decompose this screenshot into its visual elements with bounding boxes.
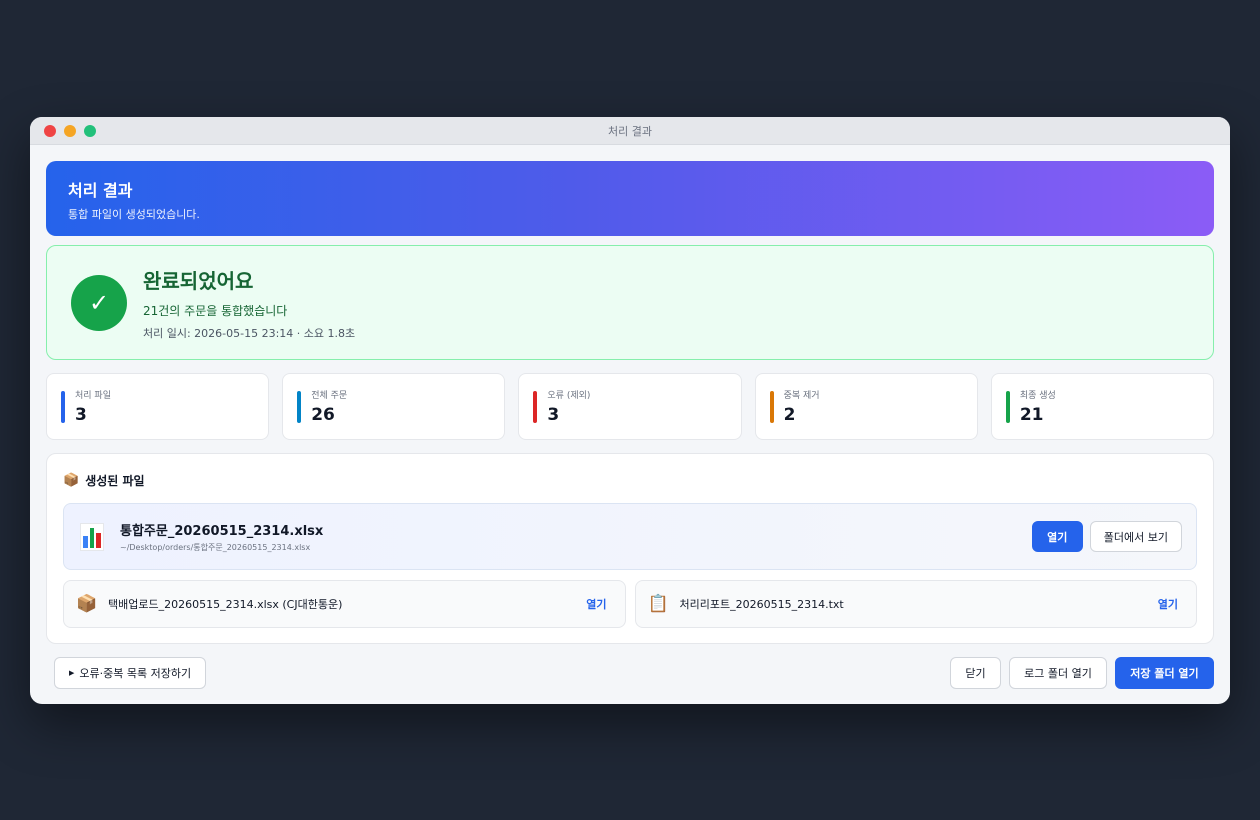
stat-card-processed-files: 처리 파일 3 <box>46 373 270 440</box>
stat-label: 전체 주문 <box>311 391 348 401</box>
main-content: 처리 결과 통합 파일이 생성되었습니다. ✓ 완료되었어요 21건의 주문을 … <box>46 161 1215 689</box>
stat-card-duplicates: 중복 제거 2 <box>754 373 978 440</box>
page-subtitle: 통합 파일이 생성되었습니다. <box>68 208 200 221</box>
main-file-row: 통합주문_20260515_2314.xlsx ~/Desktop/orders… <box>63 503 1197 570</box>
other-files: 📦 택배업로드_20260515_2314.xlsx (CJ대한통운) 열기 📋… <box>63 580 1197 628</box>
stat-label: 최종 생성 <box>1019 391 1056 401</box>
open-log-folder-button[interactable]: 로그 폴더 열기 <box>1009 657 1107 689</box>
stat-card-final: 최종 생성 21 <box>990 373 1215 440</box>
stat-card-total-orders: 전체 주문 26 <box>282 373 506 440</box>
open-save-folder-button[interactable]: 저장 폴더 열기 <box>1115 657 1214 689</box>
open-file-link[interactable]: 열기 <box>1158 596 1178 612</box>
stat-accent-bar <box>61 391 65 423</box>
result-window: 처리 결과 처리 결과 통합 파일이 생성되었습니다. ✓ 완료되었어요 21건… <box>30 117 1230 704</box>
caret-right-icon: ▶ <box>69 669 75 677</box>
reveal-in-folder-button[interactable]: 폴더에서 보기 <box>1089 521 1182 552</box>
success-meta: 처리 일시: 2026-05-15 23:14 · 소요 1.8초 <box>143 326 356 340</box>
package-icon: 📦 <box>63 473 80 488</box>
stat-label: 중복 제거 <box>783 391 820 401</box>
stat-label: 처리 파일 <box>75 391 111 401</box>
footer-actions: ▶ 오류·중복 목록 저장하기 닫기 로그 폴더 열기 저장 폴더 열기 <box>46 657 1214 689</box>
check-icon: ✓ <box>71 274 127 331</box>
main-file-name: 통합주문_20260515_2314.xlsx <box>120 524 324 539</box>
file-name: 처리리포트_20260515_2314.txt <box>679 598 844 611</box>
file-row-courier-upload: 📦 택배업로드_20260515_2314.xlsx (CJ대한통운) 열기 <box>63 580 626 628</box>
stat-accent-bar <box>769 391 774 423</box>
stat-accent-bar <box>1005 391 1010 423</box>
generated-files-title: 생성된 파일 <box>85 474 145 488</box>
clipboard-icon: 📋 <box>647 594 670 614</box>
save-error-list-label: 오류·중복 목록 저장하기 <box>79 667 192 680</box>
stat-value: 2 <box>783 405 796 425</box>
stats-row: 처리 파일 3 전체 주문 26 오류 (제외) 3 중복 제거 2 최종 생성 <box>46 373 1215 440</box>
success-panel: ✓ 완료되었어요 21건의 주문을 통합했습니다 처리 일시: 2026-05-… <box>46 245 1214 360</box>
window-title: 처리 결과 <box>608 125 652 138</box>
generated-files-heading: 📦 생성된 파일 <box>63 472 1197 489</box>
stat-card-errors: 오류 (제외) 3 <box>518 373 742 440</box>
close-button[interactable]: 닫기 <box>950 657 1001 689</box>
title-bar: 처리 결과 <box>30 117 1230 145</box>
open-file-link[interactable]: 열기 <box>586 596 606 612</box>
file-row-report: 📋 처리리포트_20260515_2314.txt 열기 <box>634 580 1197 628</box>
stat-value: 3 <box>547 405 560 425</box>
header-banner: 처리 결과 통합 파일이 생성되었습니다. <box>46 161 1214 236</box>
stat-accent-bar <box>533 391 538 423</box>
bar-chart-icon <box>80 522 104 551</box>
generated-files-panel: 📦 생성된 파일 통합주문_20260515_2314.xlsx ~/Deskt… <box>46 453 1214 644</box>
stat-value: 26 <box>311 405 335 425</box>
success-title: 완료되었어요 <box>143 268 254 293</box>
success-message: 21건의 주문을 통합했습니다 <box>143 303 288 318</box>
page-title: 처리 결과 <box>68 181 133 200</box>
stat-accent-bar <box>297 391 302 423</box>
main-file-path: ~/Desktop/orders/통합주문_20260515_2314.xlsx <box>120 543 311 552</box>
stat-value: 3 <box>75 405 87 425</box>
file-name: 택배업로드_20260515_2314.xlsx (CJ대한통운) <box>108 598 343 611</box>
package-icon: 📦 <box>76 594 98 614</box>
stat-value: 21 <box>1019 405 1044 425</box>
stat-label: 오류 (제외) <box>547 391 591 401</box>
save-error-list-button[interactable]: ▶ 오류·중복 목록 저장하기 <box>54 657 207 689</box>
open-main-file-button[interactable]: 열기 <box>1031 521 1083 552</box>
